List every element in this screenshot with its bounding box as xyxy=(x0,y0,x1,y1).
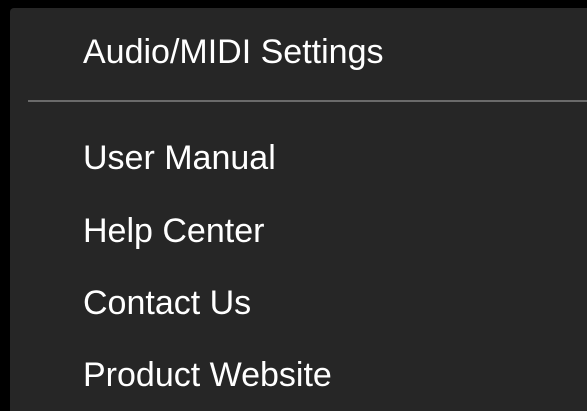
menu-item-user-manual[interactable]: User Manual xyxy=(83,133,276,183)
dropdown-menu: Audio/MIDI Settings User Manual Help Cen… xyxy=(10,8,587,411)
menu-item-audio-midi-settings[interactable]: Audio/MIDI Settings xyxy=(83,27,383,77)
menu-item-contact-us[interactable]: Contact Us xyxy=(83,278,251,328)
menu-item-product-website[interactable]: Product Website xyxy=(83,350,332,400)
menu-item-help-center[interactable]: Help Center xyxy=(83,206,264,256)
menu-separator xyxy=(28,100,587,102)
